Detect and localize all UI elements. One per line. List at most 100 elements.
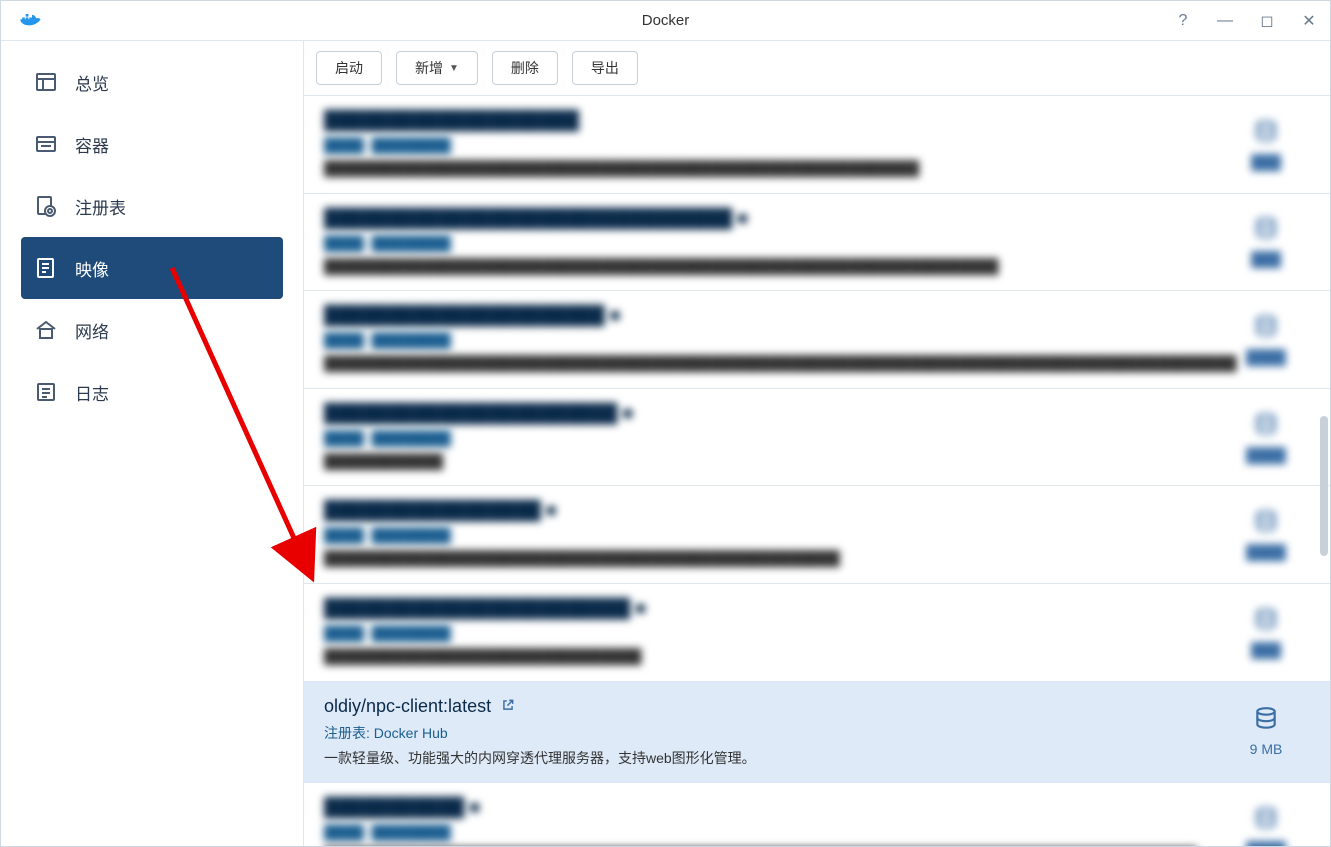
image-row[interactable]: oldiy/npc-client:latest 注册表: Docker Hub 一款… (304, 682, 1330, 784)
sidebar-item-label: 网络 (75, 318, 109, 343)
image-name: ███████████ ■ (324, 797, 1208, 818)
database-icon (1253, 607, 1279, 636)
image-name: █████████████████ ■ (324, 500, 1208, 521)
image-registry: ████: ████████ (324, 332, 1208, 348)
close-icon[interactable]: ✕ (1300, 12, 1318, 30)
image-size-text: ████ (1246, 447, 1286, 463)
image-size: ███ (1226, 110, 1306, 179)
image-size: ███ (1226, 208, 1306, 277)
image-info: ████████████████████████████████ ■ ████: … (324, 208, 1208, 277)
container-icon (33, 131, 59, 157)
maximize-icon[interactable]: ◻ (1258, 12, 1276, 30)
title-bar: Docker ? — ◻ ✕ (1, 1, 1330, 41)
image-registry: ████: ████████ (324, 137, 1208, 153)
overview-icon (33, 69, 59, 95)
image-name: oldiy/npc-client:latest (324, 696, 1208, 717)
image-info: ██████████████████████ ■ ████: ████████ ██… (324, 305, 1208, 374)
main-panel: 启动 新增▼ 删除 导出 ████████████████████████: █… (304, 41, 1330, 846)
image-info: ████████████████████ ████: ████████ ██████… (324, 110, 1208, 179)
minimize-icon[interactable]: — (1216, 12, 1234, 30)
image-name-text: ████████████████████████ ■ (324, 598, 646, 619)
image-registry: ████: ████████ (324, 430, 1208, 446)
image-size: ████ (1226, 500, 1306, 569)
image-row[interactable]: ██████████████████████ ■ ████: ████████ ██… (304, 291, 1330, 389)
sidebar-item-label: 总览 (75, 70, 109, 95)
scrollbar-thumb[interactable] (1320, 416, 1328, 556)
sidebar-item-log[interactable]: 日志 (1, 361, 303, 423)
image-size: ████ (1226, 305, 1306, 374)
image-name-text: █████████████████ ■ (324, 500, 557, 521)
image-description: 一款轻量级、功能强大的内网穿透代理服务器，支持web图形化管理。 (324, 749, 1208, 769)
image-name-text: ██████████████████████ ■ (324, 305, 620, 326)
image-row[interactable]: █████████████████ ■████: ███████████████… (304, 486, 1330, 584)
image-name-text: oldiy/npc-client:latest (324, 696, 491, 717)
image-list: ████████████████████████: ██████████████… (304, 96, 1330, 846)
toolbar: 启动 新增 ▼ 删除 导出 (304, 41, 1330, 96)
database-icon (1253, 216, 1279, 245)
log-icon (33, 379, 59, 405)
registry-icon (33, 193, 59, 219)
start-button[interactable]: 启动 (316, 51, 382, 85)
caret-down-icon: ▼ (449, 63, 459, 74)
sidebar-item-label: 映像 (75, 256, 109, 281)
sidebar: 总览 容器 注册表 映像 网络 日志 (1, 41, 304, 846)
sidebar-item-registry[interactable]: 注册表 (1, 175, 303, 237)
sidebar-item-network[interactable]: 网络 (1, 299, 303, 361)
image-registry: ████: ████████ (324, 824, 1208, 840)
image-row[interactable]: ███████████ ■████: █████████████████████… (304, 783, 1330, 846)
image-size: ███ (1226, 598, 1306, 667)
export-button[interactable]: 导出 (572, 51, 638, 85)
sidebar-item-image[interactable]: 映像 (21, 237, 283, 299)
image-name-text: ███████████ ■ (324, 797, 480, 818)
image-info: oldiy/npc-client:latest 注册表: Docker Hub 一款… (324, 696, 1208, 769)
image-registry: ████: ████████ (324, 235, 1208, 251)
database-icon (1253, 119, 1279, 148)
image-name-text: ████████████████████ (324, 110, 579, 131)
image-name-text: ████████████████████████████████ ■ (324, 208, 748, 229)
image-row[interactable]: ████████████████████████████████ ■ ████: … (304, 194, 1330, 292)
window-title: Docker (642, 12, 690, 29)
database-icon (1253, 706, 1279, 735)
image-description: ████████████████████████████████ (324, 647, 1208, 667)
image-row[interactable]: ████████████████████████ ■ ████: ████████… (304, 584, 1330, 682)
delete-button[interactable]: 删除 (492, 51, 558, 85)
database-icon (1253, 314, 1279, 343)
image-name: ████████████████████████████████ ■ (324, 208, 1208, 229)
image-info: █████████████████ ■████: ███████████████… (324, 500, 1208, 569)
image-size: ████ (1226, 797, 1306, 846)
add-button[interactable]: 新增 ▼ (396, 51, 478, 85)
image-info: ████████████████████████ ■ ████: ████████… (324, 598, 1208, 667)
image-description: ████████████████████████████████████████… (324, 159, 1208, 179)
sidebar-item-overview[interactable]: 总览 (1, 51, 303, 113)
image-row[interactable]: ████████████████████████: ██████████████… (304, 96, 1330, 194)
help-icon[interactable]: ? (1174, 12, 1192, 30)
docker-whale-icon (17, 7, 45, 35)
image-registry: ████: ████████ (324, 625, 1208, 641)
window-body: 总览 容器 注册表 映像 网络 日志 (1, 41, 1330, 846)
add-button-label: 新增 (415, 58, 443, 78)
image-registry: 注册表: Docker Hub (324, 723, 1208, 743)
image-info: ███████████ ■████: █████████████████████… (324, 797, 1208, 846)
image-size-text: 9 MB (1250, 741, 1283, 757)
image-name: ████████████████████████ ■ (324, 598, 1208, 619)
image-icon (33, 255, 59, 281)
database-icon (1253, 412, 1279, 441)
image-name: ██████████████████████ ■ (324, 305, 1208, 326)
external-link-icon[interactable] (501, 698, 515, 715)
sidebar-item-container[interactable]: 容器 (1, 113, 303, 175)
sidebar-item-label: 容器 (75, 132, 109, 157)
scrollbar[interactable] (1318, 96, 1328, 846)
image-size-text: ███ (1251, 251, 1281, 267)
image-description: ████████████████████████████████████████… (324, 354, 1208, 374)
image-info: ███████████████████████ ■ ████: ████████ █… (324, 403, 1208, 472)
image-description: ████████████ (324, 452, 1208, 472)
database-icon (1253, 509, 1279, 538)
image-row[interactable]: ███████████████████████ ■ ████: ████████ █… (304, 389, 1330, 487)
image-name: ███████████████████████ ■ (324, 403, 1208, 424)
image-name-text: ███████████████████████ ■ (324, 403, 633, 424)
image-name: ████████████████████ (324, 110, 1208, 131)
network-icon (33, 317, 59, 343)
image-size-text: ███ (1251, 642, 1281, 658)
image-size: 9 MB (1226, 696, 1306, 769)
image-size-text: ████ (1246, 349, 1286, 365)
